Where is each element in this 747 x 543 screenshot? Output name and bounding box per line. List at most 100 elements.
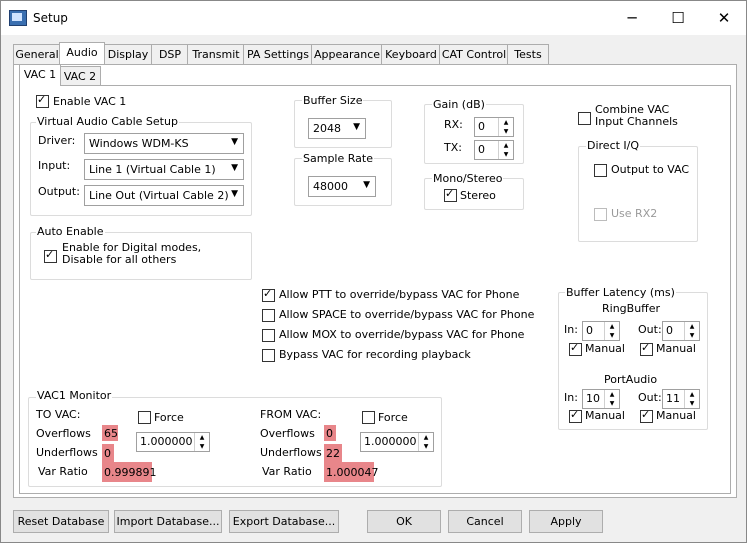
from-underflows-value: 22 <box>324 444 342 462</box>
spin-up-icon[interactable]: ▲ <box>605 322 619 331</box>
rb-out-manual-checkbox[interactable] <box>640 341 653 356</box>
spin-up-icon[interactable]: ▲ <box>195 433 209 442</box>
rb-in-spinner[interactable]: 0 ▲ ▼ <box>582 321 620 341</box>
setup-window: Setup ─ ☐ ✕ General Audio Display DSP Tr… <box>0 0 747 543</box>
use-rx2-checkbox[interactable] <box>594 208 607 221</box>
spin-up-icon[interactable]: ▲ <box>499 141 513 150</box>
output-select[interactable]: Line Out (Virtual Cable 2) ▼ <box>84 185 244 206</box>
buffer-size-select[interactable]: 2048 ▼ <box>308 118 366 139</box>
spin-up-icon[interactable]: ▲ <box>685 390 699 399</box>
chevron-down-icon: ▼ <box>231 163 238 173</box>
bypass-recording-checkbox[interactable] <box>262 349 275 362</box>
app-icon <box>9 10 27 26</box>
tab-audio[interactable]: Audio <box>59 42 105 64</box>
space-override-checkbox[interactable] <box>262 309 275 322</box>
minimize-button[interactable]: ─ <box>609 1 655 35</box>
from-overflows-text: 0 <box>326 427 333 440</box>
auto-enable-checkbox[interactable] <box>44 248 57 263</box>
tab-appearance[interactable]: Appearance <box>311 44 383 64</box>
to-force-label: Force <box>154 411 184 424</box>
spin-down-icon[interactable]: ▼ <box>499 150 513 159</box>
stereo-checkbox[interactable] <box>444 187 457 202</box>
to-force-checkbox[interactable] <box>138 411 151 424</box>
spin-down-icon[interactable]: ▼ <box>499 127 513 136</box>
spin-down-icon[interactable]: ▼ <box>685 331 699 340</box>
output-to-vac-label: Output to VAC <box>611 163 690 176</box>
pa-out-value: 11 <box>666 392 680 405</box>
tab-vac2[interactable]: VAC 2 <box>59 66 101 86</box>
spin-down-icon[interactable]: ▼ <box>605 399 619 408</box>
from-force-spinner[interactable]: 1.000000 ▲ ▼ <box>360 432 434 452</box>
spin-up-icon[interactable]: ▲ <box>499 118 513 127</box>
sample-rate-value: 48000 <box>313 180 348 193</box>
to-overflows-text: 65 <box>104 427 118 440</box>
rb-out-manual-label: Manual <box>656 342 696 355</box>
tab-transmit[interactable]: Transmit <box>187 44 245 64</box>
mono-stereo-title: Mono/Stereo <box>432 172 504 185</box>
to-overflows-value: 65 <box>102 425 118 441</box>
driver-select[interactable]: Windows WDM-KS ▼ <box>84 133 244 154</box>
output-to-vac-checkbox[interactable] <box>594 164 607 177</box>
main-tabs: General Audio Display DSP Transmit PA Se… <box>13 42 733 64</box>
tab-keyboard[interactable]: Keyboard <box>381 44 441 64</box>
rb-in-label: In: <box>564 323 578 336</box>
mox-override-checkbox[interactable] <box>262 329 275 342</box>
chevron-down-icon: ▼ <box>363 180 370 190</box>
sample-rate-title: Sample Rate <box>302 152 374 165</box>
import-database-button[interactable]: Import Database... <box>114 510 222 533</box>
rb-out-spinner[interactable]: 0 ▲ ▼ <box>662 321 700 341</box>
to-underflows-label: Underflows <box>36 446 98 459</box>
tab-cat-control[interactable]: CAT Control <box>439 44 509 64</box>
rb-in-manual-label: Manual <box>585 342 625 355</box>
buffer-size-value: 2048 <box>313 122 341 135</box>
spin-down-icon[interactable]: ▼ <box>419 442 433 451</box>
sample-rate-select[interactable]: 48000 ▼ <box>308 176 376 197</box>
use-rx2-label: Use RX2 <box>611 207 658 220</box>
to-force-spinner[interactable]: 1.000000 ▲ ▼ <box>136 432 210 452</box>
maximize-button[interactable]: ☐ <box>655 1 701 35</box>
from-force-checkbox[interactable] <box>362 411 375 424</box>
rb-in-manual-checkbox[interactable] <box>569 341 582 356</box>
cancel-button[interactable]: Cancel <box>448 510 522 533</box>
pa-in-spinner[interactable]: 10 ▲ ▼ <box>582 389 620 409</box>
auto-enable-title: Auto Enable <box>36 225 105 238</box>
tab-dsp[interactable]: DSP <box>151 44 189 64</box>
tab-vac1[interactable]: VAC 1 <box>19 64 61 86</box>
spin-down-icon[interactable]: ▼ <box>195 442 209 451</box>
spin-up-icon[interactable]: ▲ <box>605 390 619 399</box>
spin-up-icon[interactable]: ▲ <box>685 322 699 331</box>
ptt-override-checkbox[interactable] <box>262 287 275 302</box>
ok-button[interactable]: OK <box>367 510 441 533</box>
from-force-value: 1.000000 <box>364 435 417 448</box>
chevron-down-icon: ▼ <box>353 122 360 132</box>
direct-iq-group <box>578 146 698 242</box>
input-select[interactable]: Line 1 (Virtual Cable 1) ▼ <box>84 159 244 180</box>
export-database-button[interactable]: Export Database... <box>229 510 339 533</box>
spin-up-icon[interactable]: ▲ <box>419 433 433 442</box>
gain-tx-spinner[interactable]: 0 ▲ ▼ <box>474 140 514 160</box>
tab-tests[interactable]: Tests <box>507 44 549 64</box>
buffer-latency-title: Buffer Latency (ms) <box>565 286 676 299</box>
buffer-size-title: Buffer Size <box>302 94 364 107</box>
to-underflows-value: 0 <box>102 444 114 462</box>
enable-vac1-checkbox[interactable] <box>36 93 49 108</box>
to-vac-label: TO VAC: <box>36 408 81 421</box>
from-var-ratio-text: 1.000047 <box>326 466 379 479</box>
gain-rx-spinner[interactable]: 0 ▲ ▼ <box>474 117 514 137</box>
combine-vac-checkbox[interactable] <box>578 112 591 125</box>
tab-pa-settings[interactable]: PA Settings <box>243 44 313 64</box>
driver-value: Windows WDM-KS <box>89 137 189 150</box>
apply-button[interactable]: Apply <box>529 510 603 533</box>
tab-general[interactable]: General <box>13 44 61 64</box>
from-underflows-label: Underflows <box>260 446 322 459</box>
tab-display[interactable]: Display <box>103 44 153 64</box>
gain-rx-label: RX: <box>444 118 463 131</box>
pa-out-manual-checkbox[interactable] <box>640 408 653 423</box>
window-title: Setup <box>33 11 68 25</box>
pa-in-manual-checkbox[interactable] <box>569 408 582 423</box>
close-button[interactable]: ✕ <box>701 1 747 35</box>
reset-database-button[interactable]: Reset Database <box>13 510 109 533</box>
pa-out-spinner[interactable]: 11 ▲ ▼ <box>662 389 700 409</box>
spin-down-icon[interactable]: ▼ <box>605 331 619 340</box>
spin-down-icon[interactable]: ▼ <box>685 399 699 408</box>
